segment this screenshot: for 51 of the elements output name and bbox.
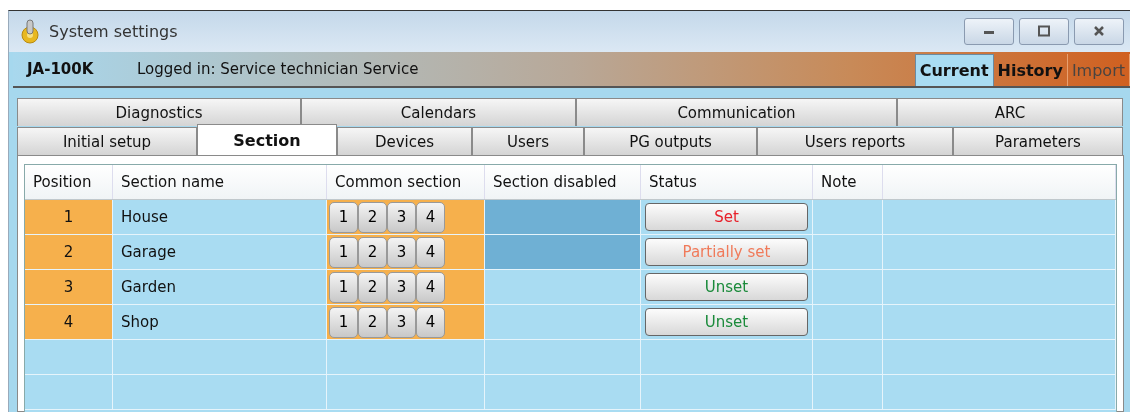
common-section-button[interactable]: 4 <box>416 201 445 233</box>
close-button[interactable] <box>1074 17 1124 45</box>
common-section-button[interactable]: 3 <box>387 306 416 338</box>
table-cell: 2 <box>25 235 113 269</box>
common-section-button[interactable]: 1 <box>329 201 358 233</box>
common-section-button[interactable]: 4 <box>416 271 445 303</box>
login-info: Logged in: Service technician Service <box>137 59 419 78</box>
common-section-button[interactable]: 2 <box>358 306 387 338</box>
maximize-button[interactable] <box>1019 17 1069 45</box>
status-button[interactable]: Unset <box>645 308 808 336</box>
tab[interactable]: Section <box>197 124 337 155</box>
status-button[interactable]: Unset <box>645 273 808 301</box>
tab[interactable]: Calendars <box>301 98 576 126</box>
common-section-button[interactable]: 1 <box>329 271 358 303</box>
common-section-button[interactable]: 4 <box>416 306 445 338</box>
column-header: Section disabled <box>485 165 641 199</box>
tab[interactable]: Devices <box>337 127 472 155</box>
table-cell: 4 <box>25 305 113 339</box>
common-section-button[interactable]: 3 <box>387 236 416 268</box>
common-section-button[interactable]: 2 <box>358 271 387 303</box>
common-section-button[interactable]: 3 <box>387 271 416 303</box>
close-icon <box>1092 25 1106 38</box>
common-section-button[interactable]: 3 <box>387 201 416 233</box>
minimize-button[interactable] <box>964 17 1014 45</box>
common-section-button[interactable]: 4 <box>416 236 445 268</box>
common-section-button[interactable]: 2 <box>358 201 387 233</box>
tab[interactable]: PG outputs <box>584 127 757 155</box>
common-section-button[interactable]: 1 <box>329 236 358 268</box>
tab[interactable]: ARC <box>897 98 1123 126</box>
table-cell: 3 <box>25 270 113 304</box>
tab[interactable]: Users <box>472 127 584 155</box>
gear-icon <box>19 18 41 45</box>
status-button[interactable]: Set <box>645 203 808 231</box>
tab[interactable]: Communication <box>576 98 897 126</box>
column-header: Common section <box>327 165 485 199</box>
column-header: Note <box>813 165 883 199</box>
device-name: JA-100K <box>25 59 95 78</box>
maximize-icon <box>1037 25 1051 38</box>
column-header: Status <box>641 165 813 199</box>
common-section-button[interactable]: 1 <box>329 306 358 338</box>
tab[interactable]: Initial setup <box>17 127 197 155</box>
window-title: System settings <box>49 21 178 41</box>
column-header: Position <box>25 165 113 199</box>
common-section-button[interactable]: 2 <box>358 236 387 268</box>
tab[interactable]: Users reports <box>757 127 953 155</box>
tab[interactable]: Diagnostics <box>17 98 301 126</box>
column-header: Section name <box>113 165 327 199</box>
table-cell: 1 <box>25 200 113 234</box>
view-tab[interactable]: Current <box>914 54 994 86</box>
tab[interactable]: Parameters <box>953 127 1123 155</box>
view-tab[interactable]: History <box>993 54 1068 86</box>
